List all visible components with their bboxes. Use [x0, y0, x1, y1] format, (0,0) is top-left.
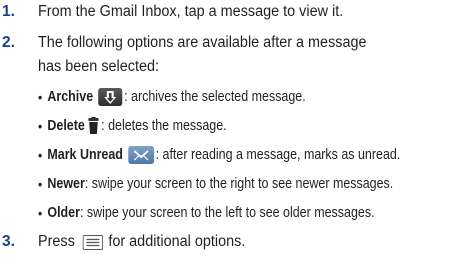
archive-icon: [98, 88, 123, 106]
bullet-archive: • Archive : archives the selected messag…: [38, 85, 306, 109]
bullet-dot: •: [38, 176, 43, 192]
bullet-dot: •: [38, 205, 43, 221]
option-term: Older: [47, 205, 80, 221]
bullet-older: • Older : swipe your screen to the left …: [38, 201, 375, 225]
option-description: deletes the message.: [104, 118, 227, 134]
bullet-dot: •: [38, 118, 43, 134]
step-text: From the Gmail Inbox, tap a message to v…: [38, 3, 344, 20]
option-description: swipe your screen to the right to see ne…: [88, 176, 394, 192]
option-description: swipe your screen to the left to see old…: [83, 205, 375, 221]
option-description: after reading a message, marks as unread…: [159, 147, 401, 163]
step-text: The following options are available afte…: [38, 34, 367, 51]
bullet-newer: • Newer : swipe your screen to the right…: [38, 172, 393, 196]
option-term: Mark Unread: [47, 147, 123, 163]
step-text-before: Press: [38, 233, 75, 250]
option-term: Delete: [47, 118, 85, 134]
bullet-delete: • Delete : deletes the message.: [38, 114, 227, 138]
step-text: Press for additional options.: [38, 231, 245, 253]
option-term: Archive: [47, 89, 94, 105]
bullet-mark-unread: • Mark Unread : after reading a message,…: [38, 143, 400, 167]
step-number: 2.: [2, 34, 15, 51]
step-number: 1.: [2, 3, 15, 20]
option-term: Newer: [47, 176, 85, 192]
step-text-continuation: has been selected:: [38, 58, 160, 75]
step-number: 3.: [2, 233, 15, 250]
option-description: archives the selected message.: [127, 89, 306, 105]
menu-icon: [82, 234, 103, 250]
bullet-dot: •: [38, 89, 43, 105]
mark-unread-envelope-icon: [128, 146, 154, 164]
instruction-list: 1. From the Gmail Inbox, tap a message t…: [0, 0, 476, 275]
bullet-dot: •: [38, 147, 43, 163]
trash-icon: [88, 117, 100, 135]
step-text-after: for additional options.: [108, 233, 246, 250]
